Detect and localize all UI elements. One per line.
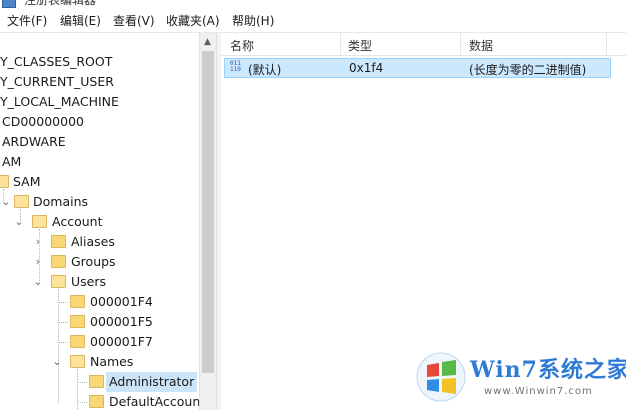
tree-item-domains[interactable]: ⌄ Domains bbox=[0, 192, 198, 212]
folder-icon bbox=[89, 395, 104, 408]
expand-chevron-icon[interactable]: › bbox=[33, 232, 43, 252]
tree-connector bbox=[3, 189, 4, 203]
tree-item-user-1f7[interactable]: 000001F7 bbox=[0, 332, 198, 352]
menu-favorites[interactable]: 收藏夹(A) bbox=[166, 12, 220, 29]
menu-view[interactable]: 查看(V) bbox=[113, 12, 155, 29]
folder-icon bbox=[0, 175, 9, 188]
tree-connector bbox=[39, 229, 40, 283]
regedit-app-icon bbox=[2, 0, 16, 8]
registry-tree[interactable]: Y_CLASSES_ROOT Y_CURRENT_USER Y_LOCAL_MA… bbox=[0, 33, 215, 410]
tree-connector bbox=[58, 342, 68, 343]
tree-connector bbox=[58, 322, 68, 323]
tree-item-classes-root[interactable]: Y_CLASSES_ROOT bbox=[0, 52, 198, 72]
tree-connector bbox=[77, 402, 87, 403]
column-divider[interactable] bbox=[606, 33, 607, 55]
tree-item-administrator[interactable]: Administrator bbox=[0, 372, 198, 392]
column-divider[interactable] bbox=[340, 33, 341, 55]
menu-edit[interactable]: 编辑(E) bbox=[60, 12, 101, 29]
list-row[interactable]: 011 110 (默认) 0x1f4 (长度为零的二进制值) bbox=[224, 58, 611, 78]
tree-connector bbox=[77, 369, 78, 409]
column-header-name[interactable]: 名称 bbox=[230, 37, 254, 54]
tree-item-groups[interactable]: › Groups bbox=[0, 252, 198, 272]
expand-chevron-icon[interactable]: › bbox=[33, 252, 43, 272]
list-header: 名称 类型 数据 bbox=[221, 33, 626, 56]
menu-file[interactable]: 文件(F) bbox=[7, 12, 47, 29]
folder-icon bbox=[32, 215, 47, 228]
menu-help[interactable]: 帮助(H) bbox=[232, 12, 274, 29]
tree-item-current-user[interactable]: Y_CURRENT_USER bbox=[0, 72, 198, 92]
folder-icon bbox=[70, 295, 85, 308]
folder-icon bbox=[70, 355, 85, 368]
value-type: 0x1f4 bbox=[349, 61, 384, 75]
folder-icon bbox=[14, 195, 29, 208]
scroll-up-arrow-icon[interactable]: ▲ bbox=[204, 37, 211, 47]
folder-icon bbox=[89, 375, 104, 388]
value-data: (长度为零的二进制值) bbox=[469, 63, 587, 77]
tree-item-user-1f4[interactable]: 000001F4 bbox=[0, 292, 198, 312]
column-header-type[interactable]: 类型 bbox=[348, 37, 372, 54]
window-title: 注册表编辑器 bbox=[24, 0, 97, 7]
windows-logo-icon bbox=[416, 352, 466, 402]
tree-scrollbar[interactable]: ▲ bbox=[199, 33, 217, 410]
column-header-data[interactable]: 数据 bbox=[469, 37, 493, 54]
watermark-text: Win7系统之家 bbox=[470, 357, 626, 383]
tree-connector bbox=[20, 209, 21, 223]
tree-connector bbox=[58, 302, 68, 303]
value-name: (默认) bbox=[248, 63, 282, 77]
tree-item-local-machine[interactable]: Y_LOCAL_MACHINE bbox=[0, 92, 198, 112]
watermark-url: www.Winwin7.com bbox=[484, 386, 593, 397]
scrollbar-thumb[interactable] bbox=[202, 51, 214, 373]
tree-item-defaultaccount[interactable]: DefaultAccount bbox=[0, 392, 205, 410]
tree-item-sam[interactable]: SAM bbox=[0, 172, 198, 192]
column-divider[interactable] bbox=[460, 33, 461, 55]
menu-bar: 文件(F) 编辑(E) 查看(V) 收藏夹(A) 帮助(H) bbox=[0, 8, 626, 33]
folder-icon bbox=[51, 275, 66, 288]
folder-icon bbox=[70, 335, 85, 348]
collapse-chevron-icon[interactable]: ⌄ bbox=[14, 212, 24, 232]
collapse-chevron-icon[interactable]: ⌄ bbox=[52, 352, 62, 372]
title-bar: 注册表编辑器 bbox=[0, 0, 626, 8]
tree-connector bbox=[58, 289, 59, 403]
folder-icon bbox=[51, 255, 66, 268]
tree-item-sam-hive[interactable]: AM bbox=[0, 152, 198, 172]
watermark: Win7系统之家 www.Winwin7.com bbox=[414, 346, 626, 410]
tree-item-account[interactable]: ⌄ Account bbox=[0, 212, 198, 232]
tree-item-hardware[interactable]: ARDWARE bbox=[0, 132, 198, 152]
tree-item-user-1f5[interactable]: 000001F5 bbox=[0, 312, 198, 332]
folder-icon bbox=[70, 315, 85, 328]
tree-item-aliases[interactable]: › Aliases bbox=[0, 232, 198, 252]
tree-item-names[interactable]: ⌄ Names bbox=[0, 352, 198, 372]
folder-icon bbox=[51, 235, 66, 248]
tree-connector bbox=[77, 382, 87, 383]
tree-item-bcd[interactable]: CD00000000 bbox=[0, 112, 198, 132]
tree-item-users[interactable]: ⌄ Users bbox=[0, 272, 198, 292]
collapse-chevron-icon[interactable]: ⌄ bbox=[33, 272, 43, 292]
binary-value-icon: 011 110 bbox=[230, 60, 241, 73]
